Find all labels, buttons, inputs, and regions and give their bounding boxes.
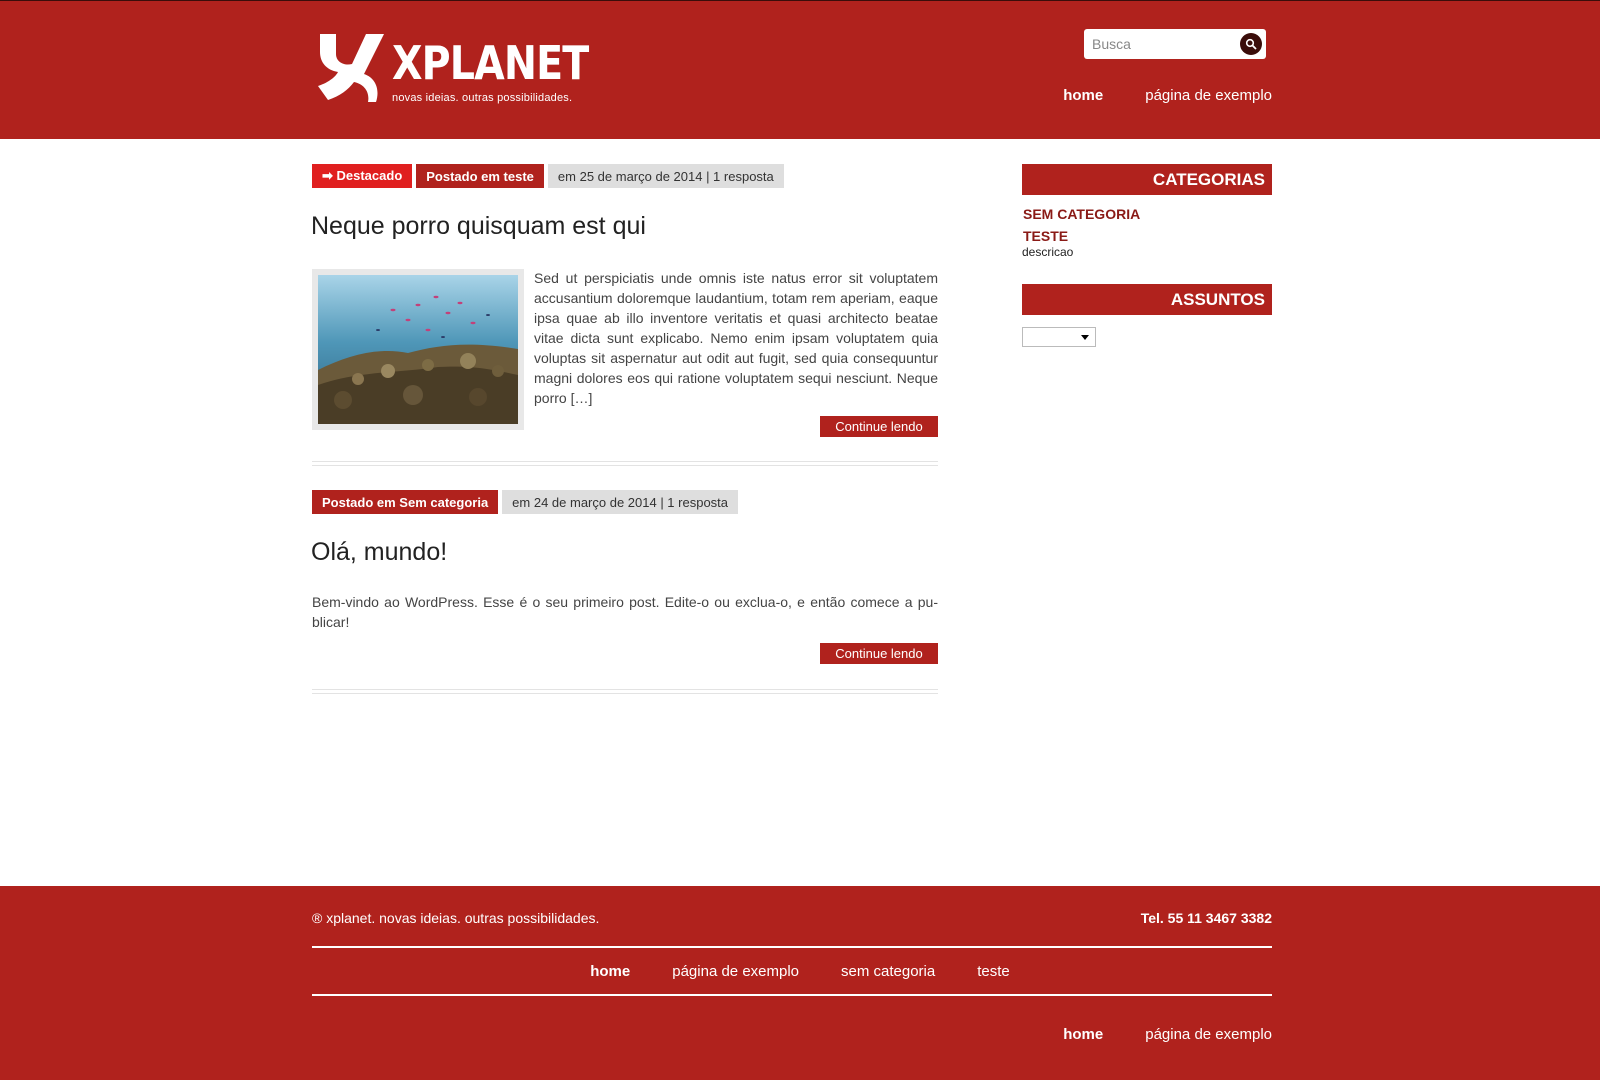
nav-home[interactable]: home — [1063, 87, 1103, 104]
post-date-meta[interactable]: em 25 de março de 2014 | 1 resposta — [547, 164, 784, 188]
category-link-teste[interactable]: TESTE — [1023, 228, 1068, 244]
post-category-tag[interactable]: Postado em Sem categoria — [312, 490, 499, 514]
site-header: XPLANET novas ideias. outras possibilida… — [0, 0, 1600, 139]
footer-nav2-example-page[interactable]: página de exemplo — [1145, 1026, 1272, 1043]
footer-nav: home página de exemplo sem categoria tes… — [0, 963, 1600, 980]
topics-select[interactable] — [1022, 327, 1096, 347]
site-logo[interactable]: XPLANET novas ideias. outras possibilida… — [314, 30, 589, 108]
categories-widget-title: CATEGORIAS — [1022, 164, 1272, 195]
search-icon — [1245, 38, 1257, 50]
logo-mark-icon — [318, 34, 384, 102]
footer-divider — [312, 946, 1272, 948]
nav-example-page[interactable]: página de exemplo — [1145, 87, 1272, 104]
post-meta: Postado em Sem categoria em 24 de março … — [312, 490, 742, 514]
footer-divider — [312, 994, 1272, 996]
continue-reading-button[interactable]: Continue lendo — [820, 416, 938, 437]
post-date-meta[interactable]: em 24 de março de 2014 | 1 resposta — [502, 490, 739, 514]
post-title[interactable]: Neque porro quisquam est qui — [311, 212, 646, 241]
post-category-tag[interactable]: Postado em teste — [416, 164, 544, 188]
footer-nav-teste[interactable]: teste — [977, 963, 1010, 980]
footer-secondary-nav: home página de exemplo — [1063, 1026, 1272, 1043]
featured-badge[interactable]: ➡ Destacado — [312, 164, 413, 188]
category-description: descricao — [1022, 245, 1074, 259]
copyright-text: ® xplanet. novas ideias. outras possibil… — [312, 910, 600, 926]
post-excerpt: Bem-vindo ao WordPress. Esse é o seu pri… — [312, 594, 938, 630]
post-separator — [312, 689, 938, 694]
search-input[interactable] — [1092, 35, 1232, 53]
footer-nav-example-page[interactable]: página de exemplo — [672, 963, 799, 980]
footer-nav-sem-categoria[interactable]: sem categoria — [841, 963, 935, 980]
post-meta: ➡ Destacado Postado em teste em 25 de ma… — [312, 164, 788, 188]
reef-image — [318, 275, 518, 424]
search-button[interactable] — [1240, 33, 1262, 55]
search-box — [1084, 29, 1266, 59]
post-title[interactable]: Olá, mundo! — [311, 538, 447, 567]
post-excerpt: Sed ut perspiciatis unde omnis iste natu… — [534, 270, 938, 406]
topics-widget-title: ASSUNTOS — [1022, 284, 1272, 315]
phone-number: Tel. 55 11 3467 3382 — [1140, 910, 1272, 926]
chevron-down-icon — [1081, 335, 1089, 340]
post-thumbnail[interactable] — [312, 269, 524, 430]
footer-nav2-home[interactable]: home — [1063, 1026, 1103, 1043]
logo-name: XPLANET — [392, 36, 589, 90]
site-footer: ® xplanet. novas ideias. outras possibil… — [0, 886, 1600, 1080]
footer-nav-home[interactable]: home — [590, 963, 630, 980]
continue-reading-button[interactable]: Continue lendo — [820, 643, 938, 664]
post-separator — [312, 461, 938, 466]
logo-tagline: novas ideias. outras possibilidades. — [392, 92, 573, 104]
main-nav: home página de exemplo — [1063, 87, 1272, 104]
category-link-sem-categoria[interactable]: SEM CATEGORIA — [1023, 206, 1140, 222]
